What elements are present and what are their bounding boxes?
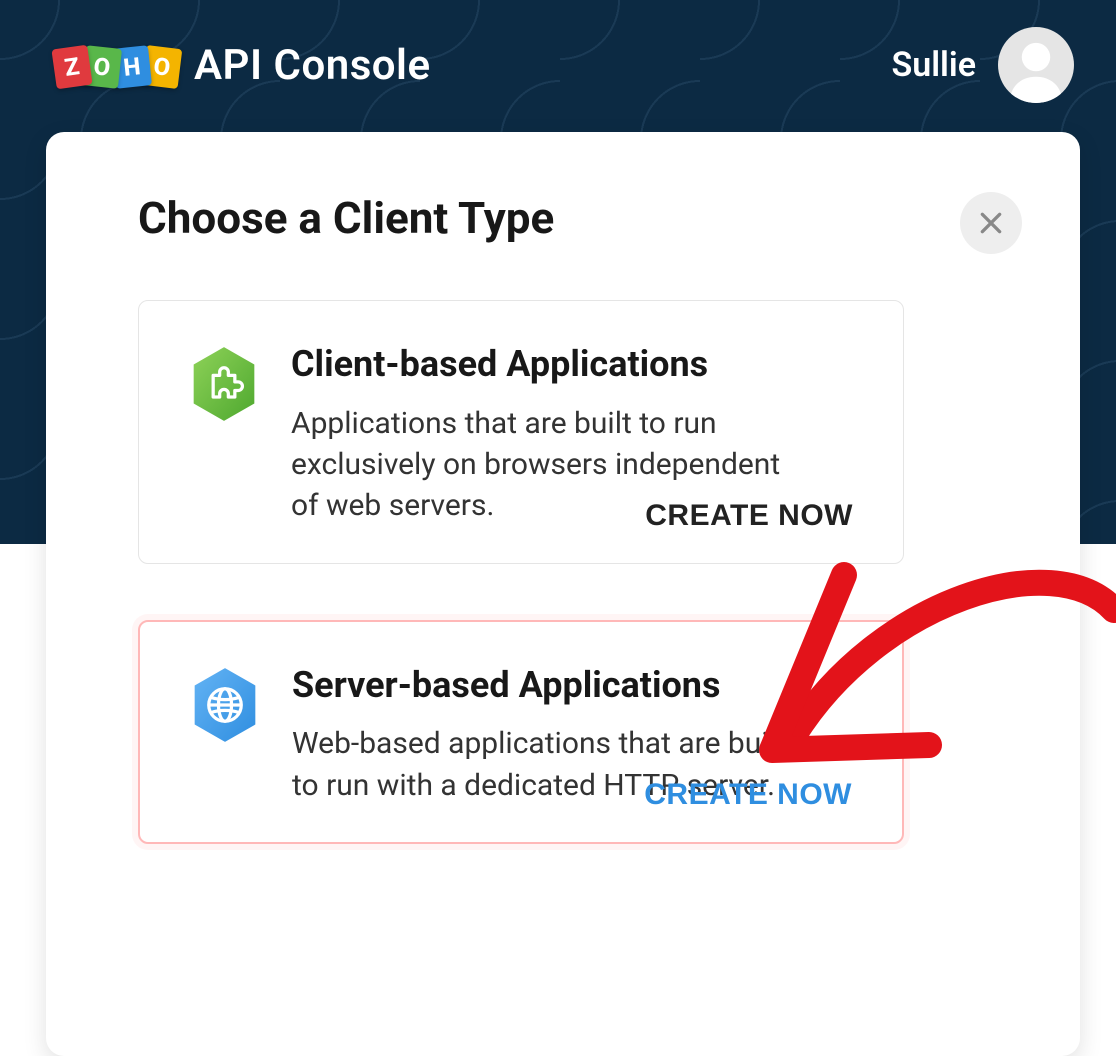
option-title: Client-based Applications [291, 345, 853, 385]
create-now-button[interactable]: CREATE NOW [645, 499, 853, 533]
user-area[interactable]: Sullie [891, 27, 1074, 103]
option-server-based[interactable]: Server-based Applications Web-based appl… [138, 620, 904, 844]
client-type-modal: Choose a Client Type Client-based Applic… [46, 132, 1080, 1056]
top-bar: Z O H O API Console Sullie [0, 0, 1116, 130]
user-name: Sullie [891, 45, 976, 85]
close-icon [978, 210, 1004, 236]
globe-hex-icon [190, 666, 260, 806]
avatar-placeholder-icon [1001, 33, 1071, 103]
option-title: Server-based Applications [292, 666, 852, 706]
modal-title: Choose a Client Type [138, 192, 554, 244]
logo-tile-z: Z [51, 45, 92, 90]
create-now-button[interactable]: CREATE NOW [644, 778, 852, 812]
puzzle-hex-icon [189, 345, 259, 527]
modal-header: Choose a Client Type [138, 192, 1022, 254]
option-client-based[interactable]: Client-based Applications Applications t… [138, 300, 904, 564]
close-button[interactable] [960, 192, 1022, 254]
brand-title: API Console [194, 41, 431, 90]
avatar[interactable] [998, 27, 1074, 103]
zoho-logo: Z O H O [54, 43, 180, 87]
brand: Z O H O API Console [54, 41, 431, 90]
